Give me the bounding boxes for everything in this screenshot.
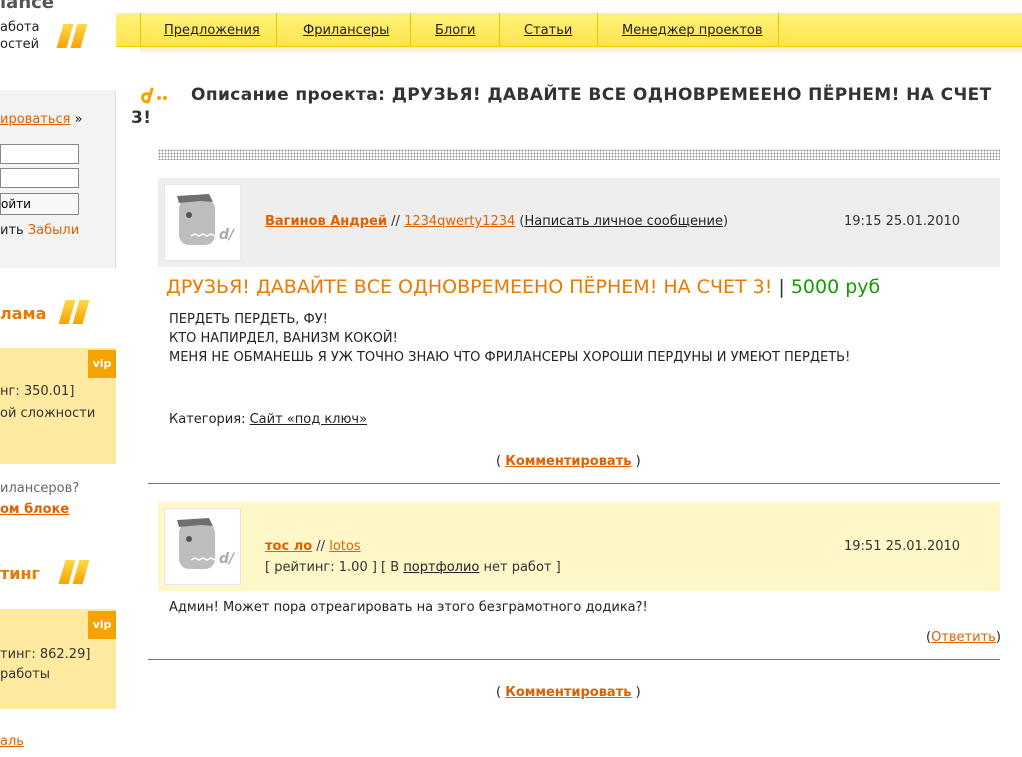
nav-shadow (140, 47, 1022, 55)
page-title-label: Описание проекта: (191, 85, 386, 105)
avatar[interactable]: d/ (164, 508, 241, 585)
password-field[interactable] (0, 168, 79, 188)
comment-author-header: d/ тос ло // lotos [ рейтинг: 1.00 ] [ В… (158, 502, 1000, 591)
nav-separator (276, 13, 277, 47)
nav-project-manager[interactable]: Менеджер проектов (622, 13, 763, 47)
paren-open: ( (496, 685, 506, 700)
top-navigation: Предложения Фрилансеры Блоги Статьи Мене… (116, 13, 1022, 55)
logo-top-text: lance (0, 0, 55, 13)
nav-articles[interactable]: Статьи (524, 13, 572, 47)
author-login-link[interactable]: 1234qwerty1234 (404, 214, 515, 229)
paren-close: ) (995, 630, 1001, 645)
vip-ad-text: ой сложности (0, 406, 96, 421)
avatar[interactable]: d/ (164, 184, 241, 261)
private-message-link[interactable]: Написать личное сообщение (524, 214, 722, 229)
vip-ad-card[interactable]: vip нг: 350.01] ой сложности (0, 348, 116, 464)
category-link[interactable]: Сайт «под ключ» (250, 412, 367, 427)
vip-badge: vip (88, 350, 116, 378)
remember-label: ить (0, 223, 24, 238)
slashes-icon (58, 300, 94, 324)
project-name: ДРУЗЬЯ! ДАВАЙТЕ ВСЕ ОДНОВРЕМЕЕНО ПЁРНЕМ!… (166, 276, 773, 298)
project-date: 19:15 25.01.2010 (844, 214, 961, 229)
comment-action: ( Комментировать ) (496, 454, 641, 469)
comment-date: 19:51 25.01.2010 (844, 539, 961, 554)
paren-close: ) (722, 214, 729, 229)
comment-link[interactable]: Комментировать (505, 454, 631, 469)
comment-text: Админ! Может пора отреагировать на этого… (169, 600, 648, 615)
avatar-placeholder-icon: d/ (177, 194, 236, 245)
project-author-header: d/ Вагинов Андрей // 1234qwerty1234 (Нап… (158, 178, 1000, 267)
svg-text:d/: d/ (219, 227, 236, 243)
register-arrow: » (74, 112, 83, 127)
comment-action: ( Комментировать ) (496, 685, 641, 700)
ads-heading-label: лама (0, 304, 47, 323)
project-price: 5000 руб (790, 276, 881, 298)
freelancers-question: илансеров? (0, 481, 80, 496)
page-title: Описание проекта: ДРУЗЬЯ! ДАВАЙТЕ ВСЕ ОД… (131, 84, 1011, 130)
comment-login-link[interactable]: lotos (329, 539, 360, 554)
paren-close: ) (631, 685, 641, 700)
divider-line (148, 483, 1000, 484)
nav-offers[interactable]: Предложения (164, 13, 260, 47)
bottom-link[interactable]: аль (0, 734, 24, 749)
price-separator: | (778, 276, 785, 298)
vip-rating-card[interactable]: vip тинг: 862.29] работы (0, 609, 116, 709)
vip-rating-value: тинг: 862.29] (0, 647, 91, 662)
register-link[interactable]: ироваться (0, 112, 70, 127)
nav-separator (499, 13, 500, 47)
nav-separator (778, 13, 779, 47)
reply-action: (Ответить) (926, 630, 1001, 645)
author-separator: // (316, 539, 326, 554)
logo-tagline-line1: абота (0, 20, 40, 35)
comment-link[interactable]: Комментировать (505, 685, 631, 700)
nav-blogs[interactable]: Блоги (435, 13, 475, 47)
forgot-link[interactable]: Забыли (28, 223, 79, 238)
rating-heading: тинг (0, 552, 116, 596)
description-line: КТО НАПИРДЕЛ, ВАНИЗМ КОКОЙ! (169, 331, 398, 346)
nav-separator (140, 13, 141, 47)
comment-author-rating: [ рейтинг: 1.00 ] [ В портфолио нет рабо… (265, 560, 561, 575)
avatar-placeholder-icon: d/ (177, 518, 236, 569)
paren-close: ) (631, 454, 641, 469)
login-box: ироваться » ойти ить Забыли (0, 90, 116, 268)
nav-separator (597, 13, 598, 47)
left-sidebar: lance абота остей ироваться » ойти ить З… (0, 0, 118, 757)
remember-line: ить Забыли (0, 223, 79, 238)
comment-author-meta: тос ло // lotos (265, 539, 361, 554)
nav-freelancers[interactable]: Фрилансеры (303, 13, 389, 47)
author-separator: // (391, 214, 400, 229)
category-label: Категория: (169, 412, 246, 427)
rating-suffix: нет работ ] (483, 560, 561, 575)
slashes-icon (58, 560, 94, 584)
project-category: Категория: Сайт «под ключ» (169, 412, 367, 427)
comment-author-link[interactable]: тос ло (265, 539, 312, 554)
block-link[interactable]: ом блоке (0, 502, 69, 517)
vip-ad-rating: нг: 350.01] (0, 384, 75, 399)
login-field[interactable] (0, 144, 79, 164)
logo-tagline-line2: остей (0, 37, 40, 52)
vip-badge: vip (88, 611, 116, 639)
login-button[interactable]: ойти (0, 193, 79, 215)
svg-text:d/: d/ (219, 551, 236, 567)
project-author-meta: Вагинов Андрей // 1234qwerty1234 (Написа… (265, 214, 728, 229)
register-line: ироваться » (0, 112, 83, 127)
description-line: ПЕРДЕТЬ ПЕРДЕТЬ, ФУ! (169, 312, 328, 327)
dotted-divider (158, 149, 1000, 160)
rating-heading-label: тинг (0, 564, 40, 583)
paren-open: ( (496, 454, 506, 469)
project-name-line: ДРУЗЬЯ! ДАВАЙТЕ ВСЕ ОДНОВРЕМЕЕНО ПЁРНЕМ!… (166, 276, 880, 298)
divider-line (148, 659, 1000, 660)
author-name-link[interactable]: Вагинов Андрей (265, 214, 387, 229)
logo-slashes-icon (56, 24, 92, 48)
nav-separator (410, 13, 411, 47)
site-logo[interactable]: lance абота остей (0, 0, 118, 60)
rating-prefix: [ рейтинг: 1.00 ] [ В (265, 560, 400, 575)
reply-link[interactable]: Ответить (931, 630, 996, 645)
description-line: МЕНЯ НЕ ОБМАНЕШЬ Я УЖ ТОЧНО ЗНАЮ ЧТО ФРИ… (169, 350, 851, 365)
vip-rating-text: работы (0, 667, 51, 682)
ads-heading: лама (0, 292, 116, 336)
portfolio-link[interactable]: портфолио (403, 560, 479, 575)
